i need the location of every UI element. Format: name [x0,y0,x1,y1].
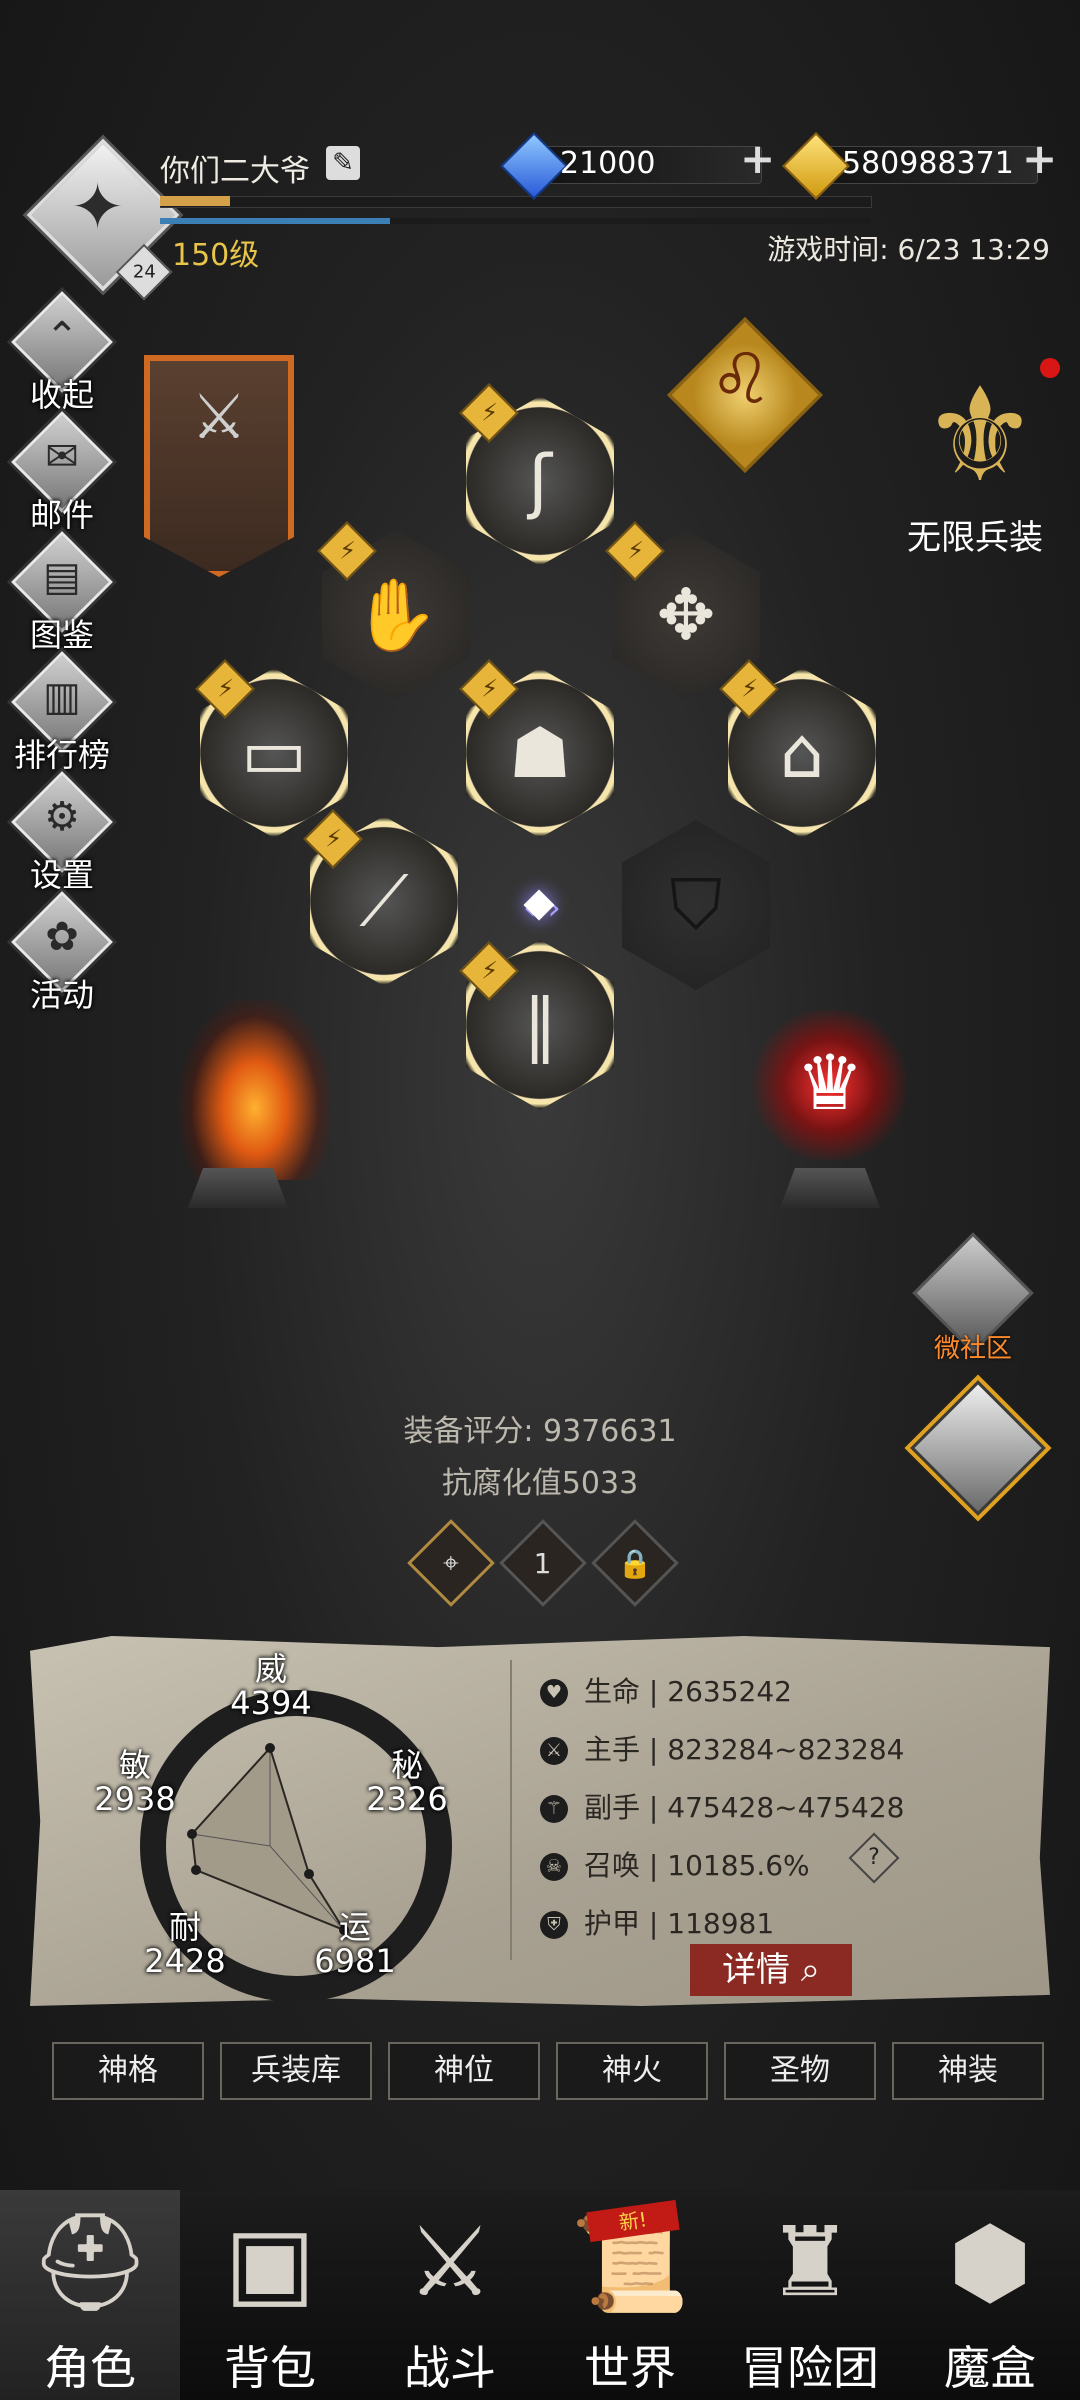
attr-yun: 运 6981 [314,1908,396,1980]
menu-ranking[interactable]: ▥ 排行榜 [11,651,113,774]
menu-ranking-label: 排行榜 [13,736,110,774]
xp-bar [160,196,872,208]
nav-battle-label: 战斗 [404,2341,496,2395]
stat-row-armor: ⛨ 护甲 | 118981 [540,1902,774,1942]
lion-head-icon: ♌ [709,338,773,420]
attr-mi: 秘 2326 [366,1746,448,1818]
player-level: 150级 [172,238,260,273]
menu-events-label: 活动 [29,976,94,1014]
stat-row-summon: ☠ 召唤 | 10185.6% [540,1844,810,1884]
subtab-relic[interactable]: 圣物 [724,2042,876,2100]
infinite-gear-icon[interactable]: ⚜ [900,355,1060,515]
infinite-gear-label[interactable]: 无限兵装 [880,510,1070,559]
diamond-icon [500,132,568,200]
diamond-amount: 21000 [560,146,656,181]
subtab-shenwei[interactable]: 神位 [388,2042,540,2100]
menu-settings[interactable]: ⚙ 设置 [11,771,113,894]
nav-character[interactable]: ⛑ 角色 [0,2190,180,2400]
fire-pedestal [188,1168,288,1208]
crown-icon[interactable]: ♛ [770,1038,890,1127]
shield-placeholder-icon: ⛉ [669,863,723,946]
attr-nai: 耐 2428 [144,1908,226,1980]
subtab-shenge[interactable]: 神格 [52,2042,204,2100]
nav-world[interactable]: 📜 新! 世界 [540,2190,720,2400]
nav-backpack[interactable]: ▣ 背包 [180,2190,360,2400]
magic-box-icon: ⬢ [948,2206,1032,2318]
add-diamond-button[interactable]: + [740,134,775,183]
armor-icon: ☗ [508,712,572,794]
nav-character-label: 角色 [44,2341,136,2395]
lock-icon: 🔒 [617,1546,653,1580]
gold-amount: 580988371 [842,146,1014,181]
attr-wei: 威 4394 [230,1650,312,1722]
preset-locked-tab[interactable]: 🔒 [591,1519,679,1607]
heart-icon: ♥ [540,1679,568,1707]
menu-events[interactable]: ✿ 活动 [11,891,113,1014]
menu-collapse-label: 收起 [29,376,94,414]
secondary-bar-fill [160,218,390,224]
menu-settings-label: 设置 [29,856,94,894]
menu-codex-label: 图鉴 [29,616,94,654]
stat-row-hp: ♥ 生命 | 2635242 [540,1670,792,1710]
rosary-icon: ✥ [656,574,716,656]
location-pin-icon: ⌖ [443,1545,459,1579]
summon-icon: ☠ [540,1853,568,1881]
preset-tab-1[interactable]: 1 [499,1519,587,1607]
sword-icon: ⚔ [540,1737,568,1765]
menu-mail[interactable]: ✉ 邮件 [11,411,113,534]
stats-divider [510,1660,512,1960]
edit-name-icon[interactable]: ✎ [326,146,360,180]
slot-offhand-empty[interactable]: ⛉ [622,820,770,990]
castle-icon: ♜ [766,2206,854,2318]
details-button[interactable]: 详情 ⌕ [690,1944,852,1996]
nav-world-label: 世界 [584,2341,676,2395]
belt-icon: ▭ [240,712,308,794]
magnifier-icon: ⌕ [800,1950,820,1990]
helmet-icon: ⛑ [29,2206,151,2318]
menu-codex[interactable]: ▤ 图鉴 [11,531,113,654]
community-button[interactable]: 微社区 [912,1232,1034,1364]
xp-bar-fill [160,196,230,206]
subtab-divine-gear[interactable]: 神装 [892,2042,1044,2100]
stat-row-mainhand: ⚔ 主手 | 823284~823284 [540,1728,904,1768]
community-label: 微社区 [933,1334,1012,1364]
nav-adventure-team-label: 冒险团 [741,2341,879,2395]
battle-icon: ⚔ [406,2206,494,2318]
cloak-icon: ⌂ [779,712,825,794]
nav-magic-box-label: 魔盒 [944,2341,1036,2395]
menu-collapse[interactable]: ⌃ 收起 [11,291,113,414]
spear-icon: ⟋ [359,859,409,942]
equipment-score: 装备评分: 9376631 [403,1414,677,1449]
corruption-resistance: 抗腐化值5033 [441,1466,639,1501]
menu-mail-label: 邮件 [29,496,94,534]
attr-min: 敏 2938 [94,1746,176,1818]
gauntlet-icon: ✋ [352,573,440,656]
subtab-shenhuo[interactable]: 神火 [556,2042,708,2100]
gold-icon [782,132,850,200]
subtab-armory[interactable]: 兵装库 [220,2042,372,2100]
add-gold-button[interactable]: + [1022,134,1057,183]
nav-adventure-team[interactable]: ♜ 冒险团 [720,2190,900,2400]
nav-magic-box[interactable]: ⬢ 魔盒 [900,2190,1080,2400]
nav-backpack-label: 背包 [224,2341,316,2395]
crown-pedestal [780,1168,880,1208]
player-name: 你们二大爷 [160,154,310,189]
preset-location-tab[interactable]: ⌖ [407,1519,495,1607]
avatar-emblem-icon: ✦ [70,170,125,245]
backpack-icon: ▣ [224,2206,316,2318]
notification-dot [1040,358,1060,378]
nav-battle[interactable]: ⚔ 战斗 [360,2190,540,2400]
game-time: 游戏时间: 6/23 13:29 [767,233,1050,266]
divine-fire-icon[interactable] [180,1000,330,1180]
shield-icon: ⛨ [540,1911,568,1939]
offhand-icon: ⚚ [540,1795,568,1823]
scarf-icon: ʃ [528,440,552,522]
preset-tab-number: 1 [534,1546,552,1580]
crossed-axes-icon: ⚔ [191,380,247,453]
greaves-icon: ∥ [522,984,558,1066]
stat-row-offhand: ⚚ 副手 | 475428~475428 [540,1786,904,1826]
